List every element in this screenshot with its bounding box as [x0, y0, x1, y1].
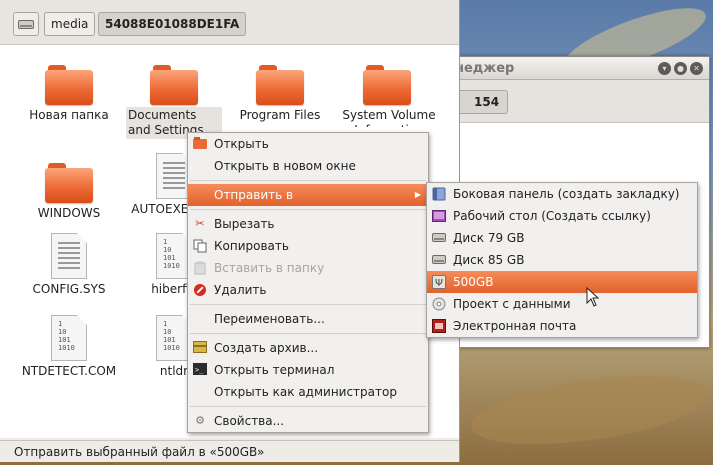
file-item[interactable]: CONFIG.SYS: [17, 233, 121, 298]
menu-item-send-to[interactable]: Отправить в ▶: [188, 184, 428, 206]
file-item[interactable]: Новая папка: [17, 63, 121, 124]
submenu-item-data-project[interactable]: Проект с данными: [427, 293, 697, 315]
minimize-button[interactable]: ▾: [658, 61, 671, 75]
submenu-item-desktop[interactable]: Рабочий стол (Создать ссылку): [427, 205, 697, 227]
file-label: CONFIG.SYS: [32, 282, 106, 296]
menu-label: Создать архив...: [214, 341, 319, 355]
svg-text:>_: >_: [195, 366, 204, 374]
menu-label: Вырезать: [214, 217, 275, 231]
menu-label: Отправить в: [214, 188, 294, 202]
window-toolbar: 154: [441, 80, 709, 123]
menu-label: Открыть: [214, 137, 269, 151]
folder-open-icon: [193, 137, 207, 151]
send-to-submenu: Боковая панель (создать закладку) Рабочи…: [426, 182, 698, 338]
menu-separator: [190, 180, 426, 181]
mouse-pointer-icon: [586, 287, 600, 307]
file-item[interactable]: WINDOWS: [17, 161, 121, 222]
menu-label: 500GB: [453, 275, 494, 289]
wallpaper-grass: [466, 363, 713, 457]
paste-icon: [193, 261, 207, 275]
usb-drive-icon: Ψ: [432, 275, 446, 289]
menu-item-open-as-admin[interactable]: Открыть как администратор: [188, 381, 428, 403]
menu-item-paste-into[interactable]: Вставить в папку: [188, 257, 428, 279]
drive-icon: [432, 253, 446, 267]
menu-label: Проект с данными: [453, 297, 571, 311]
menu-label: Переименовать...: [214, 312, 325, 326]
disc-icon: [432, 297, 446, 311]
menu-separator: [190, 304, 426, 305]
menu-item-cut[interactable]: ✂ Вырезать: [188, 213, 428, 235]
submenu-item-disk-79[interactable]: Диск 79 GB: [427, 227, 697, 249]
menu-item-open[interactable]: Открыть: [188, 133, 428, 155]
menu-label: Открыть терминал: [214, 363, 335, 377]
menu-item-open-terminal[interactable]: >_ Открыть терминал: [188, 359, 428, 381]
file-label: NTDETECT.COM: [21, 364, 117, 378]
file-item-selected[interactable]: Documents and Settings: [122, 63, 226, 139]
bookmark-icon: [432, 187, 446, 201]
menu-separator: [190, 333, 426, 334]
status-bar: Отправить выбранный файл в «500GB»: [0, 440, 459, 462]
close-button[interactable]: ✕: [690, 61, 703, 75]
menu-item-properties[interactable]: ⚙ Свойства...: [188, 410, 428, 432]
breadcrumb-current[interactable]: 54088E01088DE1FA: [98, 12, 247, 36]
menu-label: Электронная почта: [453, 319, 577, 333]
submenu-item-usb-500gb[interactable]: Ψ 500GB: [427, 271, 697, 293]
submenu-arrow-icon: ▶: [414, 190, 421, 199]
menu-item-delete[interactable]: Удалить: [188, 279, 428, 301]
breadcrumb-media[interactable]: media: [44, 12, 96, 36]
submenu-item-disk-85[interactable]: Диск 85 GB: [427, 249, 697, 271]
menu-label: Открыть как администратор: [214, 385, 397, 399]
folder-icon: [45, 63, 93, 105]
folder-icon: [150, 63, 198, 105]
file-item[interactable]: Program Files: [228, 63, 332, 124]
menu-item-copy[interactable]: Копировать: [188, 235, 428, 257]
file-item[interactable]: System Volume Information: [335, 63, 439, 127]
menu-label: Копировать: [214, 239, 289, 253]
window-title: неджер: [455, 60, 515, 76]
menu-label: Удалить: [214, 283, 267, 297]
copy-icon: [193, 239, 207, 253]
maximize-button[interactable]: ●: [674, 61, 687, 75]
folder-icon: [363, 63, 411, 105]
file-label: Новая папка: [29, 108, 109, 122]
svg-text:Ψ: Ψ: [435, 278, 443, 289]
terminal-icon: >_: [193, 363, 207, 377]
file-label: System Volume Information: [342, 108, 436, 127]
drive-icon: [432, 231, 446, 245]
file-label: ntldr: [159, 364, 189, 378]
window-titlebar[interactable]: неджер ▾ ● ✕: [441, 57, 709, 80]
menu-item-open-new-window[interactable]: Открыть в новом окне: [188, 155, 428, 177]
submenu-item-email[interactable]: Электронная почта: [427, 315, 697, 337]
text-file-icon: [51, 233, 87, 279]
menu-label: Свойства...: [214, 414, 285, 428]
menu-label: Диск 85 GB: [453, 253, 525, 267]
file-label: WINDOWS: [37, 206, 101, 220]
folder-icon: [256, 63, 304, 105]
desktop-icon: [432, 209, 446, 223]
menu-label: Рабочий стол (Создать ссылку): [453, 209, 651, 223]
menu-label: Боковая панель (создать закладку): [453, 187, 680, 201]
menu-separator: [190, 406, 426, 407]
submenu-item-side-panel[interactable]: Боковая панель (создать закладку): [427, 183, 697, 205]
menu-item-create-archive[interactable]: Создать архив...: [188, 337, 428, 359]
menu-label: Диск 79 GB: [453, 231, 525, 245]
binary-file-icon: 1 10 101 1010: [51, 315, 87, 361]
context-menu: Открыть Открыть в новом окне Отправить в…: [187, 132, 429, 433]
file-label: Program Files: [239, 108, 321, 122]
menu-item-rename[interactable]: Переименовать...: [188, 308, 428, 330]
gear-icon: ⚙: [195, 414, 205, 427]
menu-label: Открыть в новом окне: [214, 159, 356, 173]
path-bar: media 54088E01088DE1FA: [0, 0, 459, 45]
menu-separator: [190, 209, 426, 210]
file-item[interactable]: 1 10 101 1010 NTDETECT.COM: [17, 315, 121, 380]
mail-icon: [432, 319, 446, 333]
delete-icon: [193, 283, 207, 297]
menu-label: Вставить в папку: [214, 261, 325, 275]
folder-icon: [45, 161, 93, 203]
scissors-icon: ✂: [195, 217, 205, 230]
drive-icon[interactable]: [13, 12, 39, 36]
archive-icon: [193, 341, 207, 355]
